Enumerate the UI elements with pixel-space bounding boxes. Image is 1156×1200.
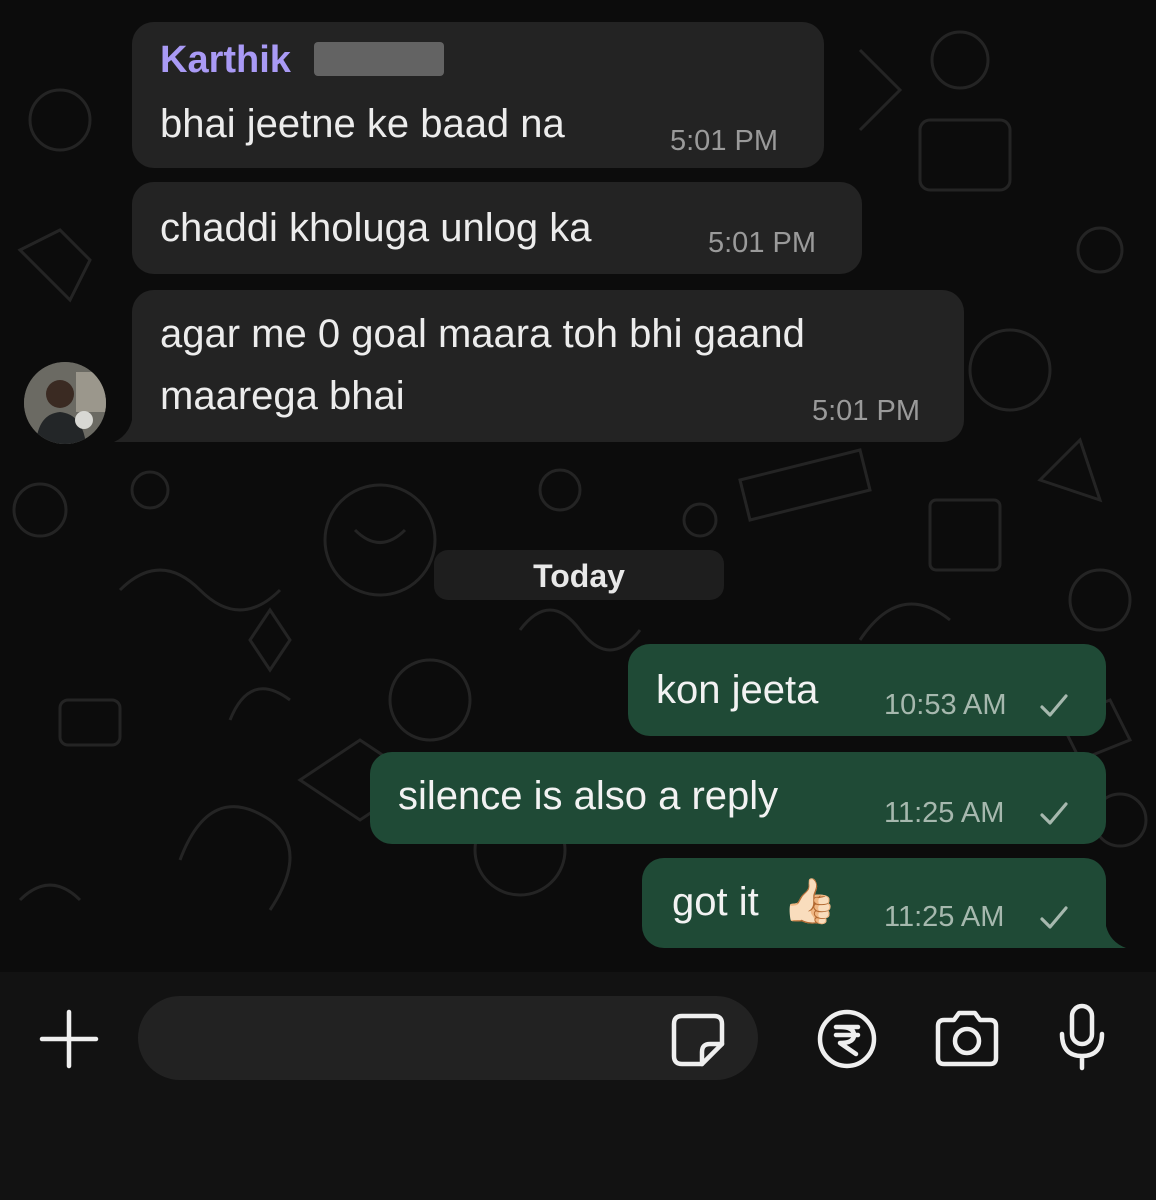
outgoing-message-3[interactable]: got it 👍🏻 11:25 AM (642, 858, 1106, 948)
message-text: chaddi kholuga unlog ka (160, 206, 592, 250)
message-text: bhai jeetne ke baad na (160, 102, 565, 146)
message-time: 5:01 PM (812, 395, 920, 427)
message-time: 5:01 PM (670, 125, 778, 157)
sent-check-icon (1040, 694, 1068, 717)
bubble-tail-outgoing (1104, 926, 1126, 948)
incoming-message-3[interactable]: agar me 0 goal maara toh bhi gaand maare… (132, 290, 964, 442)
plus-icon[interactable] (38, 1008, 100, 1075)
thumbs-up-emoji: 👍🏻 (782, 877, 837, 926)
bubble-tail-incoming (114, 420, 136, 442)
message-time: 11:25 AM (884, 797, 1005, 829)
message-text: got it (672, 880, 759, 924)
sent-check-icon (1040, 802, 1068, 825)
incoming-message-1[interactable]: Karthik bhai jeetne ke baad na 5:01 PM (132, 22, 824, 168)
chat-background: Karthik bhai jeetne ke baad na 5:01 PM c… (0, 0, 1156, 972)
redacted-surname (314, 42, 444, 76)
rupee-payment-icon[interactable] (816, 1008, 878, 1075)
outgoing-message-2[interactable]: silence is also a reply 11:25 AM (370, 752, 1106, 844)
message-time: 5:01 PM (708, 227, 816, 259)
sticker-icon[interactable] (668, 1010, 728, 1075)
message-text: kon jeeta (656, 668, 819, 712)
avatar-photo (24, 362, 106, 444)
message-time: 11:25 AM (884, 901, 1005, 933)
microphone-icon[interactable] (1056, 1002, 1108, 1079)
message-input[interactable] (138, 996, 758, 1080)
avatar[interactable] (24, 362, 106, 444)
message-text-line-2: maarega bhai (160, 374, 405, 418)
message-text-line-1: agar me 0 goal maara toh bhi gaand (160, 312, 805, 356)
incoming-message-2[interactable]: chaddi kholuga unlog ka 5:01 PM (132, 182, 862, 274)
sender-name[interactable]: Karthik (160, 38, 291, 82)
outgoing-message-1[interactable]: kon jeeta 10:53 AM (628, 644, 1106, 736)
message-time: 10:53 AM (884, 689, 1007, 721)
message-composer (0, 972, 1156, 1200)
sent-check-icon (1040, 906, 1068, 929)
message-text: silence is also a reply (398, 774, 779, 818)
date-separator: Today (434, 550, 724, 600)
camera-icon[interactable] (932, 1008, 1002, 1075)
